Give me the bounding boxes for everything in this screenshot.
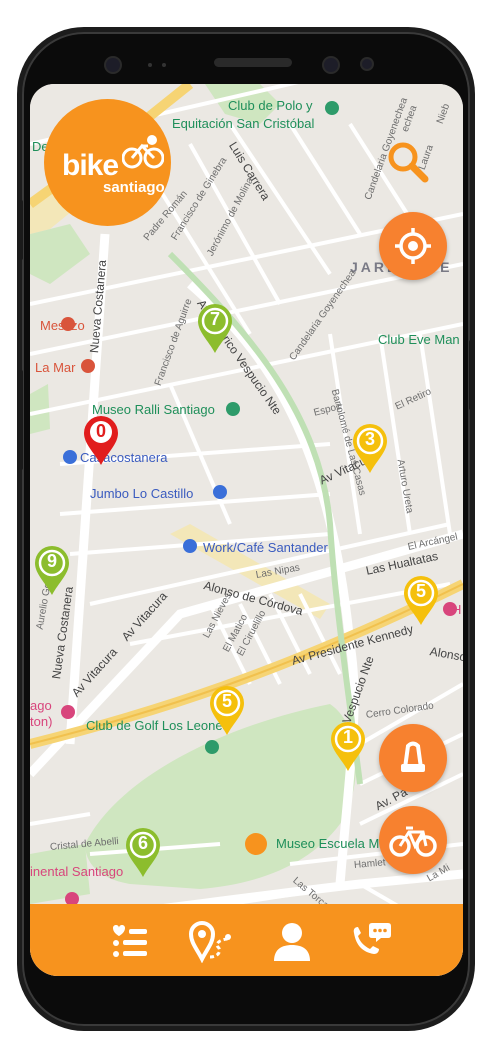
place-label-ago: ago (30, 698, 52, 713)
place-label-museo-escuela: Museo Escuela M (276, 836, 380, 851)
bottom-nav (30, 904, 463, 976)
station-count: 5 (415, 581, 426, 601)
station-count: 3 (364, 429, 375, 449)
place-label-continental: inental Santiago (30, 864, 124, 879)
place-label-club-eve: Club Eve Man (378, 332, 460, 347)
bike-station-pin[interactable]: 0 (82, 414, 120, 466)
station-count: 7 (209, 309, 220, 329)
phone-sensor-dot (148, 63, 152, 67)
locate-me-button[interactable] (379, 212, 447, 280)
bike-lock-icon (401, 741, 425, 772)
place-label-work-cafe: Work/Café Santander (203, 540, 328, 555)
station-count: 6 (137, 833, 148, 853)
phone-sensor (362, 59, 372, 69)
station-count: 0 (95, 421, 106, 441)
place-label-mestizo: Mestizo (40, 318, 85, 333)
phone-left-button-2 (17, 370, 23, 470)
list-heart-icon (113, 925, 147, 957)
phone-left-button (17, 200, 23, 260)
place-label-h: H (452, 602, 462, 617)
bike-station-pin[interactable]: 9 (33, 544, 71, 596)
bike-station-pin[interactable]: 3 (351, 422, 389, 474)
phone-iris-camera (324, 58, 338, 72)
logo-bike-word: bike (62, 149, 119, 182)
place-label-club-polo: Club de Polo y (228, 98, 313, 113)
phone-chat-icon (353, 923, 391, 954)
logo-city-word: santiago (103, 179, 165, 196)
nav-profile-button[interactable] (270, 919, 314, 963)
bike-station-pin[interactable]: 6 (124, 826, 162, 878)
place-label-ton: ton) (30, 714, 53, 729)
route-pin-icon (188, 921, 231, 964)
bike-santiago-logo: bike santiago (44, 99, 171, 226)
bike-lock-button[interactable] (379, 724, 447, 792)
nav-route-button[interactable] (188, 919, 232, 964)
user-icon (274, 923, 310, 961)
bike-station-pin[interactable]: 5 (402, 574, 440, 626)
station-count: 1 (342, 727, 353, 747)
bike-station-pin[interactable]: 5 (208, 684, 246, 736)
bicycle-button[interactable] (379, 806, 447, 874)
station-count: 5 (221, 691, 232, 711)
bike-station-pin[interactable]: 7 (196, 302, 234, 354)
place-label-club-polo-2: Equitación San Cristóbal (172, 116, 315, 131)
place-label-jumbo: Jumbo Lo Castillo (90, 486, 194, 501)
phone-earpiece (214, 58, 292, 67)
phone-right-button (469, 340, 475, 410)
app-screen: Club de Polo y Equitación San Cristóbal … (30, 84, 463, 976)
phone-sensor-dot (162, 63, 166, 67)
phone-front-camera (106, 58, 120, 72)
place-label-la-mar: La Mar (35, 360, 76, 375)
bike-station-pin[interactable]: 1 (329, 720, 367, 772)
search-icon (388, 142, 429, 183)
bicycle-icon (389, 826, 437, 857)
crosshair-icon (395, 228, 431, 264)
station-count: 9 (46, 551, 57, 571)
nav-list-button[interactable] (105, 919, 149, 963)
logo-bicycle-icon (122, 135, 164, 169)
search-button[interactable] (385, 139, 433, 187)
nav-support-button[interactable] (348, 919, 392, 963)
